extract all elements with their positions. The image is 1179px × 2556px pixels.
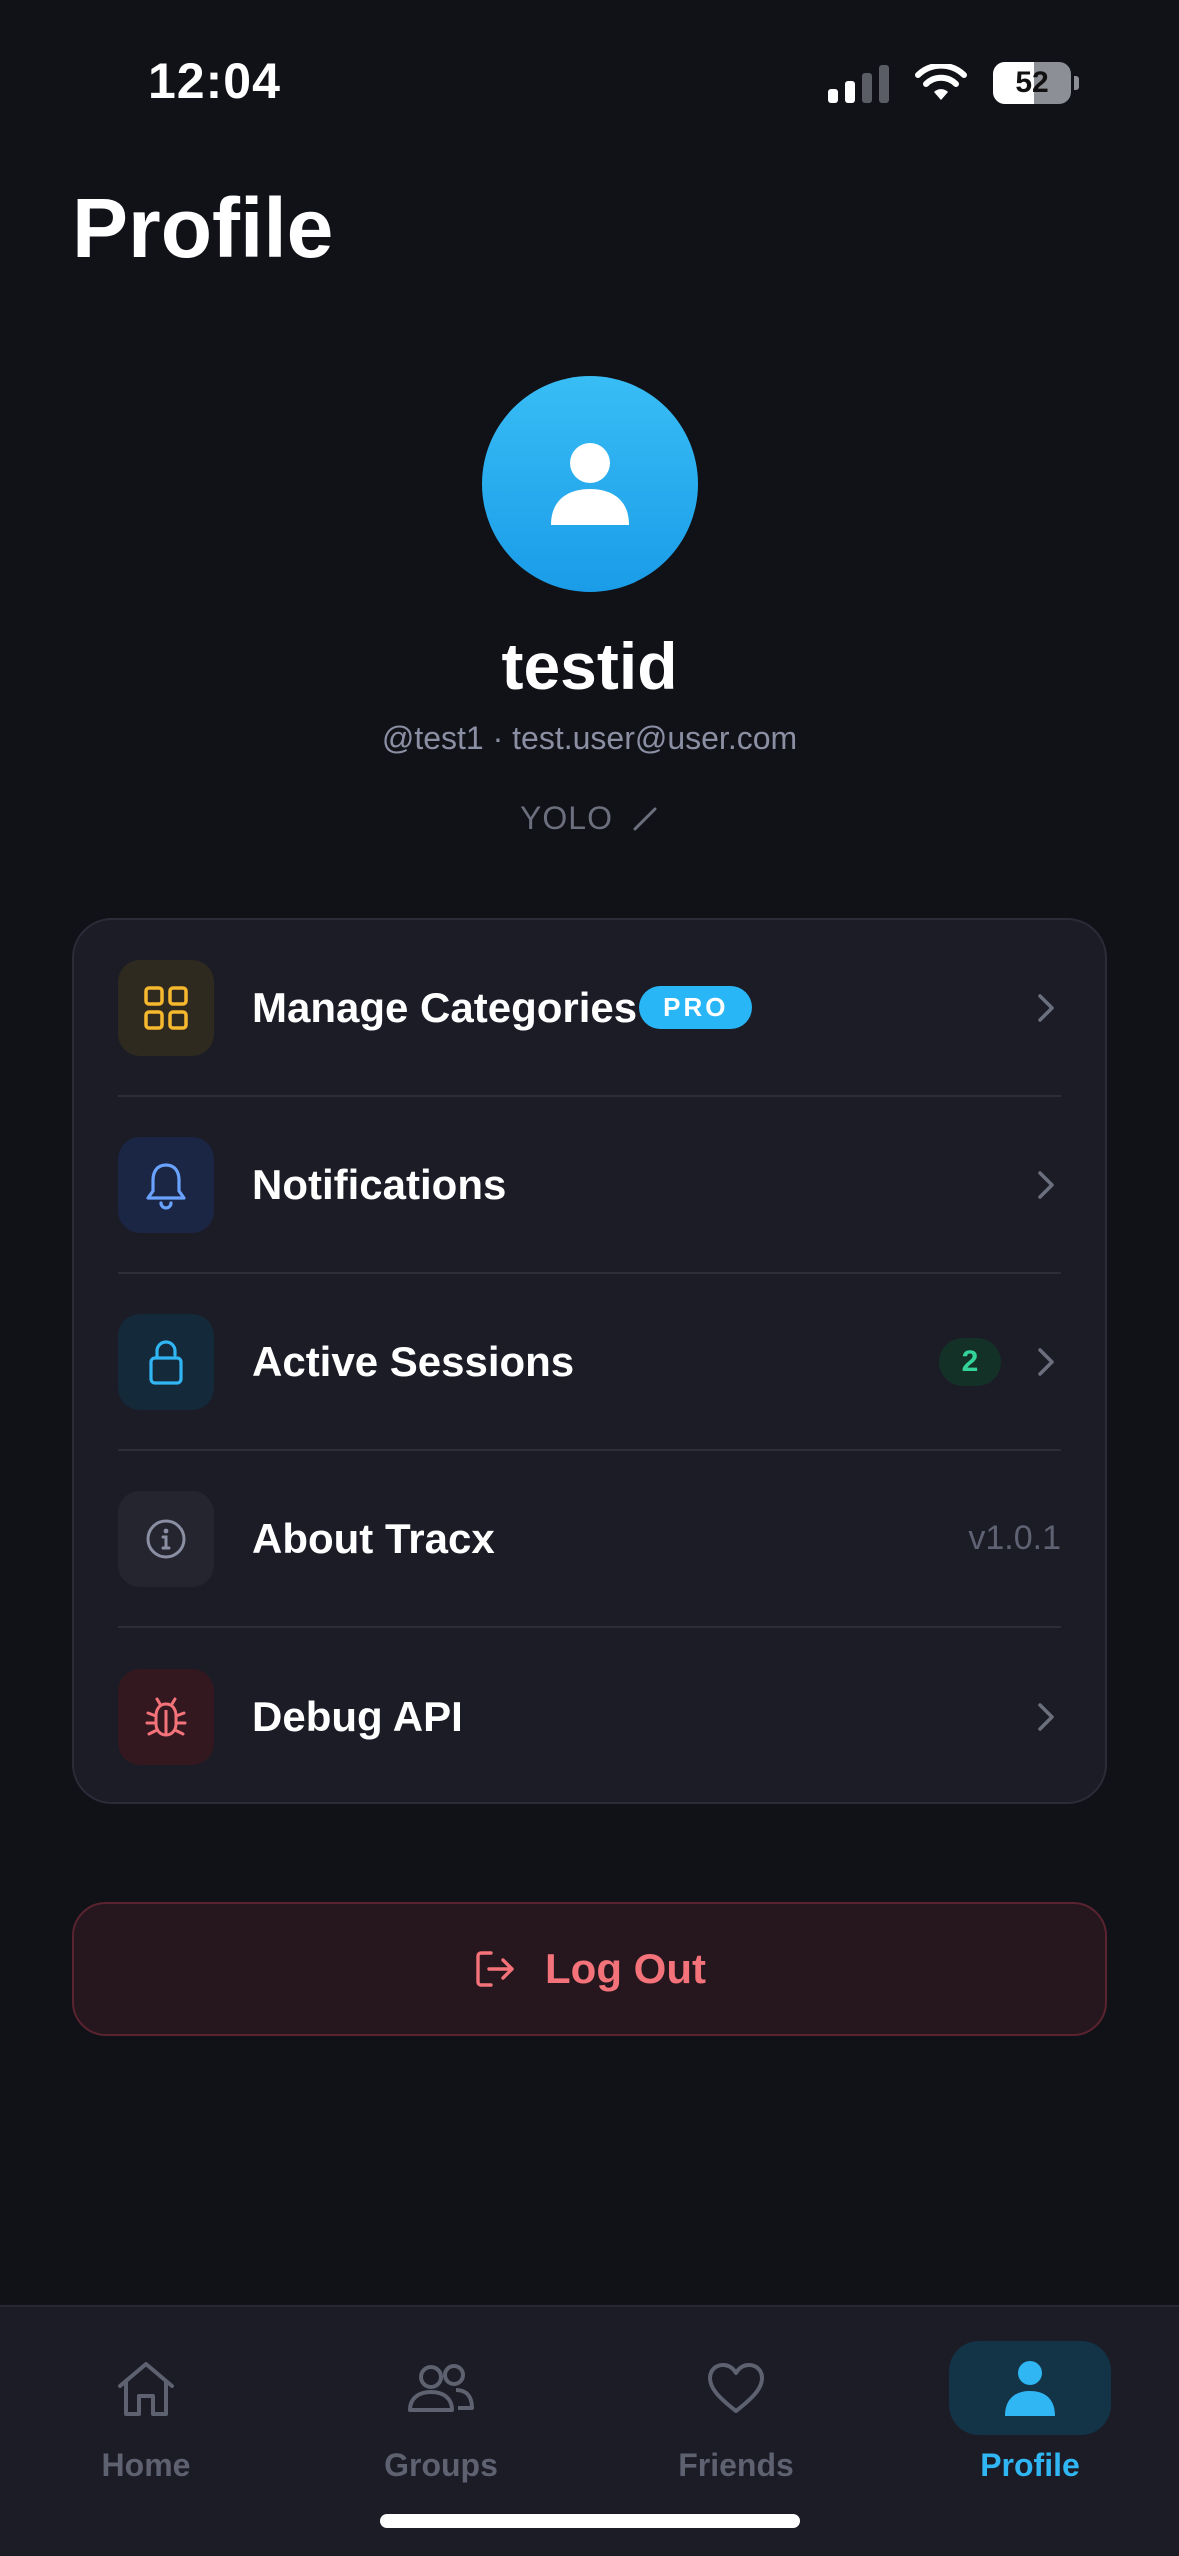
bell-icon [118,1136,214,1233]
home-indicator [380,2514,800,2528]
menu-item-active-sessions[interactable]: Active Sessions 2 [118,1274,1061,1451]
page-title: Profile [72,181,334,275]
avatar[interactable] [482,376,698,592]
edit-pencil-icon[interactable] [631,805,659,833]
lock-icon [118,1313,214,1410]
person-icon [949,2341,1111,2435]
logout-label: Log Out [545,1945,706,1992]
user-display-name: testid [501,629,678,703]
tab-label: Friends [678,2447,794,2483]
logout-button[interactable]: Log Out [72,1902,1107,2036]
users-icon [360,2341,522,2435]
bio-text: YOLO [520,800,613,836]
menu-item-label: Notifications [252,1160,507,1208]
tab-home[interactable]: Home [66,2333,226,2523]
app-version: v1.0.1 [968,1519,1061,1557]
tab-label: Profile [980,2447,1080,2483]
menu-item-debug-api[interactable]: Debug API [118,1628,1061,1805]
tab-label: Home [101,2447,191,2483]
settings-menu-card: Manage Categories PRO Notifications Acti… [72,918,1107,1804]
tab-label: Groups [384,2447,498,2483]
chevron-right-icon [1038,993,1054,1022]
menu-item-label: Debug API [252,1692,463,1740]
status-bar: 12:04 52 [0,0,1179,150]
status-icons: 52 [828,62,1079,104]
menu-item-about[interactable]: About Tracx v1.0.1 [118,1451,1061,1628]
menu-item-label: Active Sessions [252,1337,575,1385]
tab-profile[interactable]: Profile [949,2333,1111,2523]
cellular-signal-icon [828,63,889,103]
logout-icon [476,1951,514,1987]
menu-item-notifications[interactable]: Notifications [118,1097,1061,1274]
user-bio[interactable]: YOLO [0,800,1179,837]
menu-item-label: About Tracx [252,1514,495,1562]
heart-icon [655,2341,817,2435]
user-handle-email: @test1 · test.user@user.com [381,720,798,756]
menu-item-manage-categories[interactable]: Manage Categories PRO [118,920,1061,1097]
menu-item-label: Manage Categories [252,983,638,1031]
status-time: 12:04 [148,53,281,109]
pro-badge: PRO [639,986,753,1029]
wifi-icon [915,64,967,100]
chevron-right-icon [1038,1702,1054,1731]
bug-icon [118,1668,214,1765]
battery-level: 52 [1015,66,1049,99]
info-icon [118,1490,214,1587]
tab-friends[interactable]: Friends [656,2333,816,2523]
chevron-right-icon [1038,1347,1054,1376]
battery-icon: 52 [993,62,1071,104]
person-icon [551,443,629,525]
chevron-right-icon [1038,1170,1054,1199]
session-count-badge: 2 [939,1337,1001,1386]
home-icon [65,2341,227,2435]
grid-icon [118,959,214,1056]
tab-groups[interactable]: Groups [361,2333,521,2523]
